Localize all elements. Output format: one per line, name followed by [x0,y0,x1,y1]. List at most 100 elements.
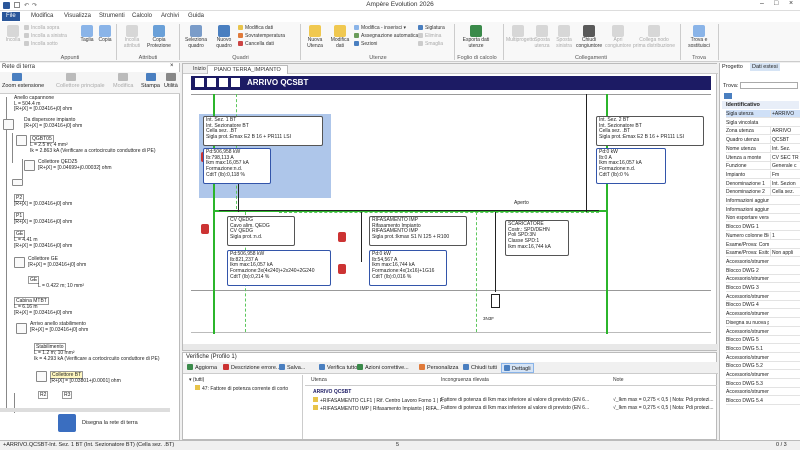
maximize-icon[interactable]: □ [774,0,778,7]
tree-node-p1[interactable]: P1 [R+jX] = [0.03416+j0] ohm [14,212,72,226]
property-row[interactable]: Esame/Prova: Comm [726,241,800,249]
property-row[interactable]: Sigla utenza +ARRIVO [726,110,800,118]
property-row[interactable]: Non esportare verso S [726,214,800,223]
col-note[interactable]: Note [613,377,624,384]
taglia-button[interactable]: Taglia [80,25,94,44]
property-row[interactable]: Blocco DWG 2 [726,267,800,275]
tree-node-p2[interactable]: P2 [R+jX] = [0.03416+j0] ohm [14,194,72,208]
property-row[interactable]: Blocco DWG 5.2 [726,362,800,371]
disegna-rete-button[interactable]: Disegna la rete di terra [82,420,138,426]
data-box-int-sez-1[interactable]: Pd:506,958 kW Ib:798,113 A Ikm max:16,057 … [203,148,271,184]
property-row[interactable]: Numero colonne Bloc1 [726,231,800,240]
utenze-modifica-dati-button[interactable]: Modifica dati [329,25,351,49]
menu-archivi[interactable]: Archivi [157,12,183,21]
col-incongruenza[interactable]: Incongruenza rilevata [441,377,489,384]
modifica-button[interactable]: Modifica [113,83,133,89]
trova-sostituisci-button[interactable]: Trova e sostituisci [684,25,714,49]
property-value[interactable]: Cella sez. [770,188,800,196]
tab-dati-estesi[interactable]: Dati estesi [750,63,780,71]
data-box-rifasamento[interactable]: Pd:0 kW Ib:54,567 A Ikm max:16,744 kA Forma… [369,250,447,286]
ground-node-icon[interactable] [3,119,14,130]
property-row[interactable]: Denominazione 2 Cella sez. [726,188,800,197]
tree-node-ge-cable[interactable]: GE L = 0.422 m; 10 mm² [28,276,84,290]
nuovo-quadro-button[interactable]: Nuovo quadro [213,25,235,49]
descrizione-errore-button[interactable]: Descrizione errore... [221,363,283,373]
tree-node-collettore-qedz5[interactable]: Collettore QEDZ5 [R+jX] = [0.04699+j0.000… [38,159,112,171]
property-row[interactable]: Blocco DWG 5.3 [726,380,800,388]
tab-progetto[interactable]: Progetto [722,64,743,70]
apri-congiuntore-button[interactable]: Apri congiuntore [605,25,631,49]
property-row[interactable]: Blocco DWG 5.1 [726,345,800,353]
sposta-utenza-button[interactable]: Sposta utenza [532,25,552,49]
property-row[interactable]: Blocco DWG 4 [726,301,800,310]
property-value[interactable]: Fm [770,170,800,178]
table-row[interactable]: +RIFASAMENTO CLF1 | Rif. Centro Lavoro F… [313,397,446,405]
property-value[interactable]: +ARRIVO [770,110,800,117]
load-box-scaricatore[interactable]: SCARICATORE Costr.: SPD/DEHN Poli SPD:3N Cl… [505,220,569,256]
nuova-utenza-button[interactable]: Nuova Utenza [304,25,326,49]
property-row[interactable]: Informazioni aggiunti [726,197,800,205]
personalizza-button[interactable]: Personalizza [417,363,461,373]
menu-modifica[interactable]: Modifica [27,12,57,21]
property-value[interactable]: Int. Sez. [770,144,800,152]
property-row[interactable]: Blocco DWG 1 [726,223,800,232]
property-row[interactable]: Zona utenza ARRIVO [726,127,800,136]
property-value[interactable]: QCSBT [770,136,800,144]
property-row[interactable]: Denominazione 1 Int. Sezion [726,179,800,188]
tree-node-collettore-ge[interactable]: Collettore GE [R+jX] = [0.03416+j0] ohm [28,256,86,268]
aggiorna-button[interactable]: Aggiorna [185,363,219,373]
menu-calcolo[interactable]: Calcolo [128,12,156,21]
collector-bt-icon[interactable] [36,371,47,382]
section-identificativo[interactable]: Identificativo [722,101,799,109]
property-value[interactable]: ARRIVO [770,127,800,135]
collector-ge-icon[interactable] [14,257,25,268]
sovratemperatura-button[interactable]: Sovratemperatura [238,33,285,39]
ring-icon[interactable] [16,323,27,334]
menu-file[interactable]: File [2,12,20,21]
property-row[interactable]: Impianto Fm [726,170,800,179]
property-row[interactable]: Disegna su nuova pag [726,319,800,327]
utilita-button[interactable]: Utilità [164,83,178,89]
property-value[interactable]: 1 [770,231,800,239]
incolla-attributi-button[interactable]: Incolla attributi [120,25,144,49]
property-row[interactable]: Blocco DWG 3 [726,284,800,292]
load-box-rifasamento[interactable]: RIFASAMENTO IMP Rifasamento Impianto RIFAS… [369,216,467,246]
tree-node-r2[interactable]: R2 [38,391,49,399]
property-row[interactable]: Accessorio/strument [726,275,800,284]
property-row[interactable]: Accessorio/strument [726,293,800,301]
property-row[interactable]: Accessorio/strument [726,328,800,336]
collector-icon[interactable] [24,160,35,171]
menu-guida[interactable]: Guida [184,12,208,21]
menu-strumenti[interactable]: Strumenti [95,12,129,21]
incolla-sinistra-button[interactable]: Incolla a sinistra [24,33,67,39]
close-icon[interactable]: × [789,0,793,7]
tree-node-arrivo-anello[interactable]: Arrivo anello stabilimento [R+jX] = [0.03… [30,321,88,333]
property-row[interactable]: Utenza a monte CV SEC TR [726,153,800,162]
tree-node-dispersore[interactable]: Da dispersore impianto [R+jX] = [0.03416+… [24,117,82,129]
board-icon-4[interactable] [231,78,240,87]
cable-node-icon[interactable] [16,135,27,146]
property-row[interactable]: Accessorio/strument [726,310,800,319]
property-value[interactable]: Int. Sezion [770,179,800,187]
property-row[interactable]: Nome utenza Int. Sez. [726,144,800,153]
tree-node-ge[interactable]: GE L = 4.41 m [R+jX] = [0.03416+j0] ohm [14,230,72,249]
property-row[interactable]: Blocco DWG 5 [726,336,800,345]
cancella-dati-button[interactable]: Cancella dati [238,41,274,47]
property-row[interactable]: Accessorio/strument [726,354,800,362]
load-box-int-sez-2[interactable]: Int. Sez. 2 BT Int. Sezionatore BT Cella s… [596,116,704,146]
col-utenza[interactable]: Utenza [311,377,327,384]
tree-node-qgbt05[interactable]: QGBT05 L = 2.5 m; 4 mm² Ik = 2.863 kA (Ve… [30,135,155,154]
table-row[interactable]: +RIFASAMENTO IMP | Rifasamento Impianto … [313,405,441,413]
incolla-sotto-button[interactable]: Incolla sotto [24,41,58,47]
tree-node-stabilimento[interactable]: Stabilimento L = 1.2 m; 10 mm² Ik = 4.293… [34,343,159,362]
horizontal-scrollbar[interactable] [0,408,170,412]
chiudi-tutti-button[interactable]: Chiudi tutti [461,363,499,373]
dettagli-button[interactable]: Dettagli [501,363,534,373]
salva-button[interactable]: Salva... [277,363,307,373]
stampa-button[interactable]: Stampa [141,83,160,89]
tree-item-47[interactable]: 47: Fattore di potenza corrente di corto [195,385,288,393]
panel-close-icon[interactable]: × [170,63,174,69]
load-box-int-sez-1[interactable]: Int. Sez. 1 BT Int. Sezionatore BT Cella s… [203,116,323,146]
esporta-dati-button[interactable]: Esporta dati utenze [458,25,494,49]
tree-node-r3[interactable]: R3 [62,391,73,399]
